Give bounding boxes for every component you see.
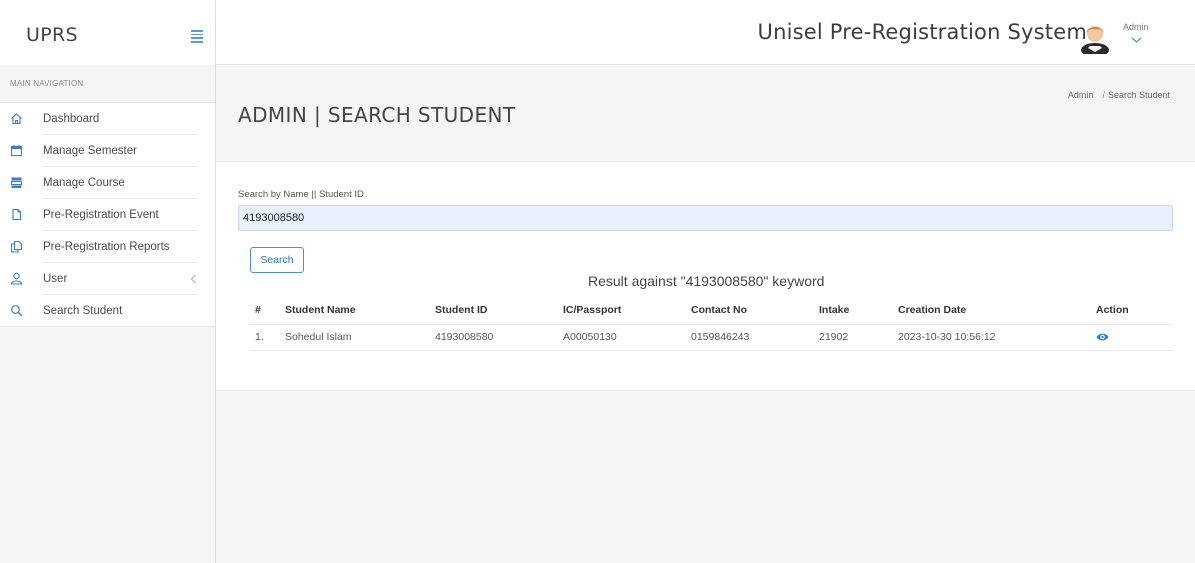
column-header-ic-passport: IC/Passport bbox=[563, 297, 691, 325]
home-icon bbox=[11, 113, 22, 125]
column-header-intake: Intake bbox=[819, 297, 898, 325]
sidebar-nav: Dashboard Manage Semester Manage Course bbox=[0, 102, 215, 327]
sidebar-item-label: Dashboard bbox=[43, 113, 100, 125]
search-button[interactable]: Search bbox=[250, 247, 304, 273]
eye-icon[interactable] bbox=[1096, 332, 1109, 342]
results-table: # Student Name Student ID IC/Passport Co… bbox=[250, 297, 1173, 351]
cell-ic-passport: A00050130 bbox=[563, 324, 691, 351]
cell-contact-no: 0159846243 bbox=[691, 324, 819, 351]
cell-student-id: 4193008580 bbox=[435, 324, 563, 351]
chevron-left-icon bbox=[190, 274, 196, 284]
search-icon bbox=[11, 305, 23, 317]
sidebar: MAIN NAVIGATION Dashboard Manage Semeste… bbox=[0, 65, 216, 563]
sidebar-item-label: Search Student bbox=[43, 305, 123, 317]
column-header-student-name: Student Name bbox=[285, 297, 435, 325]
sidebar-item-manage-semester[interactable]: Manage Semester bbox=[0, 135, 215, 167]
cell-student-name: Sohedul Islam bbox=[285, 324, 435, 351]
breadcrumb-item-admin[interactable]: Admin bbox=[1068, 90, 1094, 100]
column-header-student-id: Student ID bbox=[435, 297, 563, 325]
search-panel: Search by Name || Student ID Search Resu… bbox=[216, 162, 1195, 391]
calendar-icon bbox=[10, 145, 23, 157]
column-header-creation-date: Creation Date bbox=[898, 297, 1096, 325]
sidebar-item-label: Manage Course bbox=[43, 177, 125, 189]
sidebar-item-user[interactable]: User bbox=[0, 263, 215, 295]
content-header: ADMIN | SEARCH STUDENT Admin / Search Stud… bbox=[216, 65, 1195, 162]
system-title: Unisel Pre-Registration System bbox=[757, 20, 1087, 44]
brand-area: UPRS bbox=[0, 0, 216, 65]
table-header-row: # Student Name Student ID IC/Passport Co… bbox=[250, 297, 1173, 325]
cell-number: 1. bbox=[250, 324, 285, 351]
cell-creation-date: 2023-10-30 10:56:12 bbox=[898, 324, 1096, 351]
server-icon bbox=[11, 177, 22, 188]
chevron-down-icon bbox=[1131, 37, 1142, 43]
sidebar-item-manage-course[interactable]: Manage Course bbox=[0, 167, 215, 199]
user-icon bbox=[10, 272, 23, 285]
sidebar-item-label: Manage Semester bbox=[43, 145, 137, 157]
user-name: Admin bbox=[1123, 22, 1149, 32]
search-input[interactable] bbox=[238, 205, 1173, 231]
sidebar-item-pre-registration-reports[interactable]: Pre-Registration Reports bbox=[0, 231, 215, 263]
nav-section-title: MAIN NAVIGATION bbox=[10, 79, 84, 88]
sidebar-item-search-student[interactable]: Search Student bbox=[0, 295, 215, 327]
column-header-number: # bbox=[250, 297, 285, 325]
breadcrumb-separator: / bbox=[1102, 90, 1105, 100]
sidebar-item-label: User bbox=[43, 273, 68, 285]
sidebar-item-label: Pre-Registration Event bbox=[43, 209, 159, 221]
user-menu[interactable]: Admin bbox=[1123, 22, 1173, 52]
result-caption: Result against "4193008580" keyword bbox=[588, 273, 825, 289]
top-bar: UPRS Unisel Pre-Registration System Admi… bbox=[0, 0, 1195, 65]
content-background bbox=[216, 391, 1195, 563]
cell-intake: 21902 bbox=[819, 324, 898, 351]
brand-logo-text[interactable]: UPRS bbox=[26, 24, 78, 46]
sidebar-item-pre-registration-event[interactable]: Pre-Registration Event bbox=[0, 199, 215, 231]
document-icon bbox=[12, 208, 22, 221]
sidebar-item-dashboard[interactable]: Dashboard bbox=[0, 103, 215, 135]
documents-icon bbox=[10, 240, 23, 253]
search-label: Search by Name || Student ID bbox=[238, 189, 364, 200]
sidebar-item-label: Pre-Registration Reports bbox=[43, 241, 170, 253]
avatar-icon[interactable] bbox=[1080, 22, 1110, 54]
page-title: ADMIN | SEARCH STUDENT bbox=[238, 103, 516, 127]
breadcrumb: Admin / Search Student bbox=[1068, 90, 1170, 100]
column-header-action: Action bbox=[1096, 297, 1173, 325]
menu-toggle-icon[interactable] bbox=[191, 30, 205, 43]
column-header-contact-no: Contact No bbox=[691, 297, 819, 325]
cell-action bbox=[1096, 324, 1173, 351]
table-row: 1. Sohedul Islam 4193008580 A00050130 01… bbox=[250, 324, 1173, 351]
breadcrumb-item-current: Search Student bbox=[1107, 90, 1170, 100]
